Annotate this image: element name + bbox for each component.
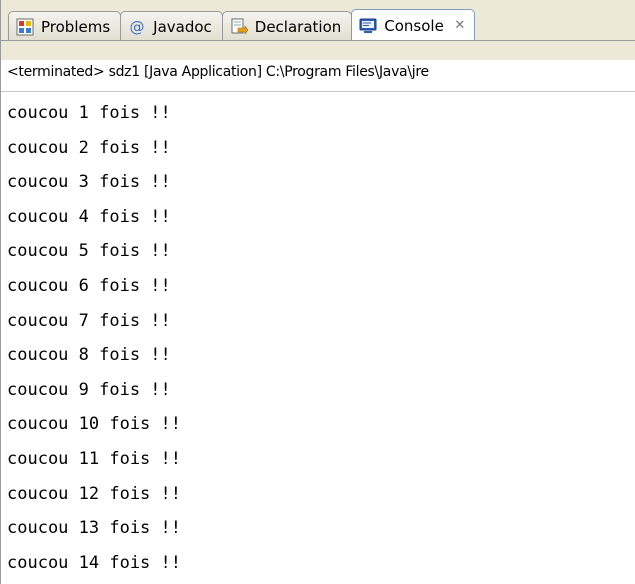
console-status: <terminated> sdz1 [Java Application] C:\…	[7, 64, 429, 80]
output-line: coucou 1 fois !!	[7, 103, 171, 123]
output-line: coucou 13 fois !!	[7, 518, 181, 539]
tab-javadoc[interactable]: @ Javadoc	[120, 11, 223, 41]
problems-icon	[15, 17, 35, 37]
tab-label: Declaration	[254, 17, 342, 36]
tab-label: Problems	[41, 17, 111, 36]
console-icon	[358, 16, 378, 36]
svg-text:@: @	[130, 18, 145, 36]
output-line: coucou 7 fois !!	[7, 310, 171, 331]
output-line: coucou 8 fois !!	[7, 345, 171, 366]
output-line: coucou 9 fois !!	[7, 379, 171, 400]
tab-label: Console	[384, 16, 444, 35]
output-line: coucou 12 fois !!	[7, 483, 181, 504]
output-line: coucou 5 fois !!	[7, 241, 171, 262]
tab-divider	[1, 40, 635, 41]
status-divider	[1, 91, 635, 92]
console-view: Problems @ Javadoc Declaration Console ✕…	[0, 0, 635, 584]
output-line: coucou 10 fois !!	[7, 414, 181, 435]
output-line: coucou 2 fois !!	[7, 137, 171, 158]
view-tab-bar: Problems @ Javadoc Declaration Console ✕	[1, 0, 635, 60]
output-line: coucou 4 fois !!	[7, 206, 171, 227]
output-line: coucou 3 fois !!	[7, 172, 171, 193]
output-line: coucou 11 fois !!	[7, 448, 181, 469]
tab-declaration[interactable]: Declaration	[221, 11, 353, 41]
close-icon[interactable]: ✕	[452, 18, 468, 34]
console-output[interactable]: coucou 1 fois !! coucou 2 fois !! coucou 3…	[7, 96, 635, 584]
tab-problems[interactable]: Problems	[8, 11, 122, 41]
declaration-icon	[229, 17, 249, 37]
output-line: coucou 6 fois !!	[7, 275, 171, 296]
output-line: coucou 14 fois !!	[7, 552, 181, 573]
javadoc-icon: @	[127, 17, 147, 37]
tab-console[interactable]: Console ✕	[351, 9, 475, 41]
tab-label: Javadoc	[153, 17, 212, 36]
